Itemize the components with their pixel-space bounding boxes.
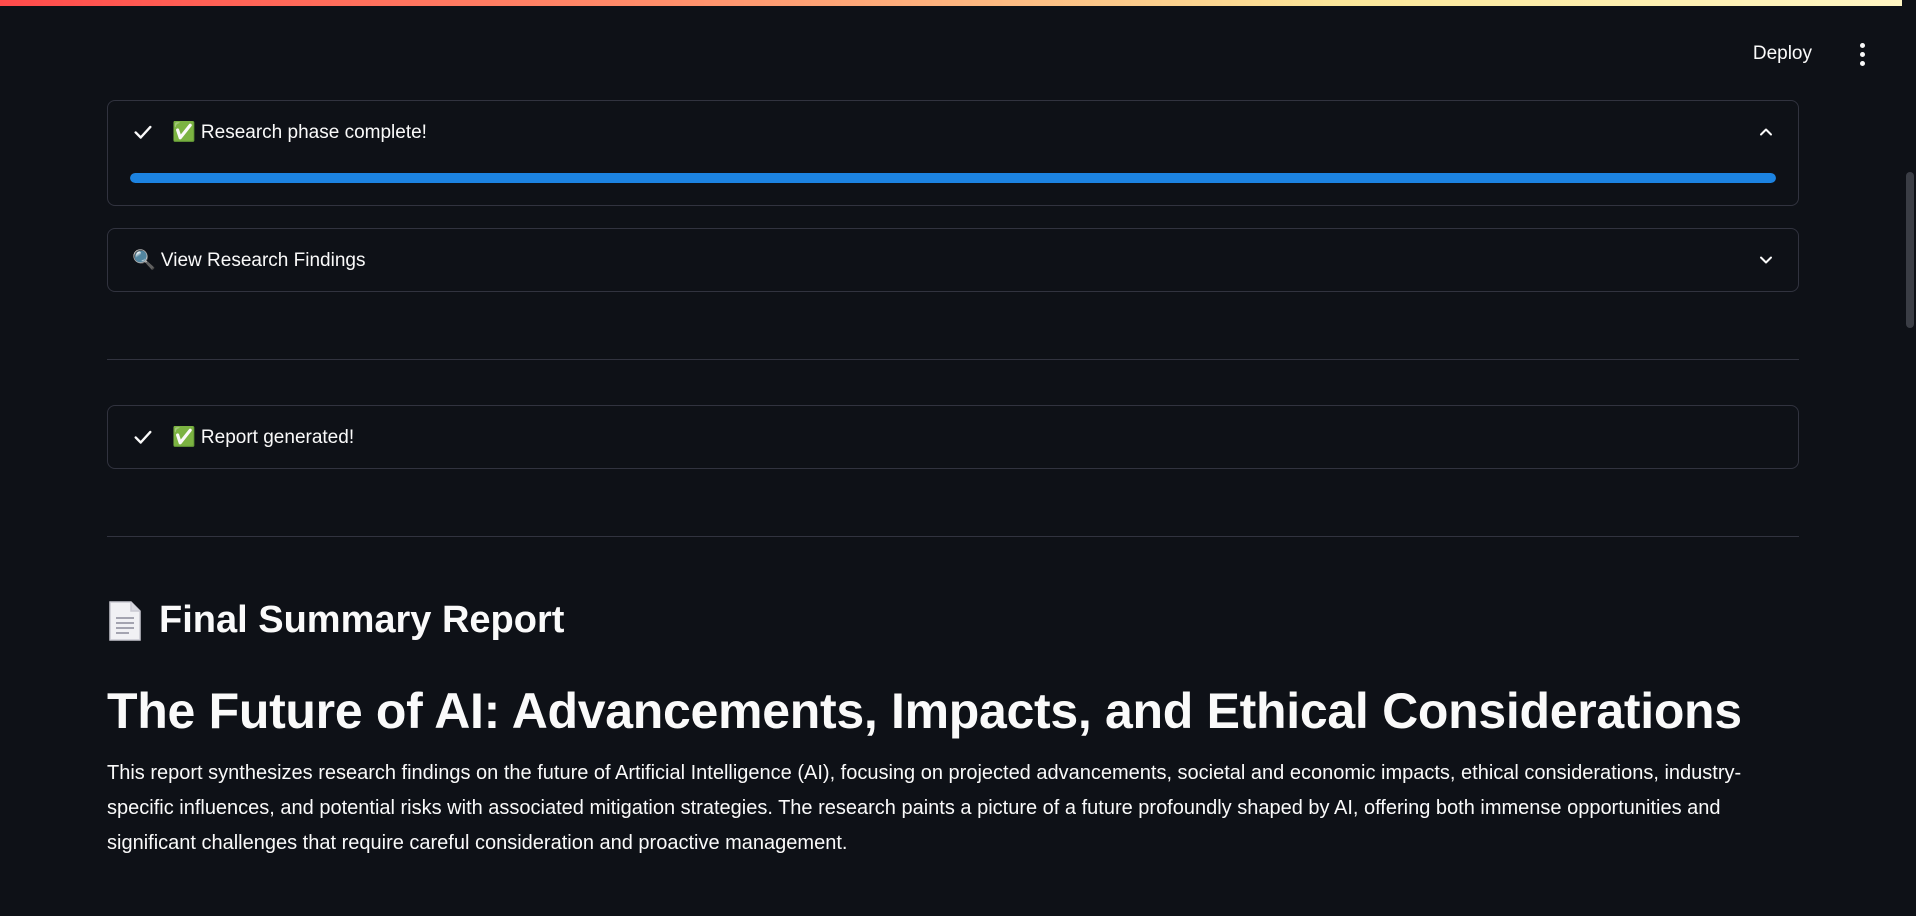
main-content: ✅ Research phase complete! 🔍 View Resear… xyxy=(107,100,1799,861)
chevron-up-icon[interactable] xyxy=(1756,122,1776,142)
section-divider xyxy=(107,536,1799,537)
scrollbar-thumb[interactable] xyxy=(1906,172,1914,328)
app-header: Deploy xyxy=(1747,38,1874,70)
report-heading: Final Summary Report xyxy=(159,599,565,641)
top-decoration-bar xyxy=(0,0,1916,6)
deploy-button[interactable]: Deploy xyxy=(1747,39,1818,69)
section-divider xyxy=(107,359,1799,360)
research-findings-expander: 🔍 View Research Findings xyxy=(107,228,1799,292)
progress-track xyxy=(130,173,1776,183)
progress-fill xyxy=(130,173,1776,183)
report-title: The Future of AI: Advancements, Impacts,… xyxy=(107,683,1742,739)
research-progress xyxy=(108,163,1798,205)
research-findings-label: 🔍 View Research Findings xyxy=(132,250,366,271)
research-status-label: ✅ Research phase complete! xyxy=(172,122,427,143)
report-intro-paragraph: This report synthesizes research finding… xyxy=(107,762,1742,854)
chevron-down-icon[interactable] xyxy=(1756,250,1776,270)
document-icon xyxy=(109,600,141,641)
research-findings-header[interactable]: 🔍 View Research Findings xyxy=(108,229,1798,291)
report-heading-row: Final Summary Report xyxy=(107,599,1799,642)
research-status-expander: ✅ Research phase complete! xyxy=(107,100,1799,206)
research-status-header[interactable]: ✅ Research phase complete! xyxy=(108,101,1798,163)
more-vertical-icon[interactable] xyxy=(1850,38,1874,70)
report-status-header: ✅ Report generated! xyxy=(108,406,1798,468)
check-icon xyxy=(134,430,152,444)
check-icon xyxy=(134,125,152,139)
report-status-label: ✅ Report generated! xyxy=(172,427,355,448)
scrollbar[interactable] xyxy=(1902,0,1916,916)
report-status-box: ✅ Report generated! xyxy=(107,405,1799,469)
